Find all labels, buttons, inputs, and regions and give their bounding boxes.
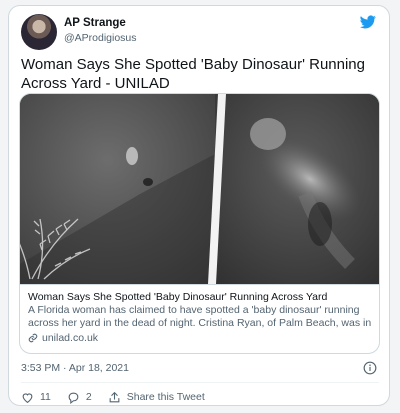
card-image-graphic xyxy=(20,94,379,284)
card-body[interactable]: Woman Says She Spotted 'Baby Dinosaur' R… xyxy=(20,284,379,353)
twitter-logo-icon[interactable] xyxy=(359,14,377,30)
tweet-text: Woman Says She Spotted 'Baby Dinosaur' R… xyxy=(21,56,365,92)
share-button[interactable]: Share this Tweet xyxy=(108,391,205,404)
author-name[interactable]: AP Strange xyxy=(64,17,126,29)
tweet-actions: 11 2 Share this Tweet xyxy=(21,388,221,406)
tweet-embed[interactable]: AP Strange @AProdigiosus Woman Says She … xyxy=(8,5,390,406)
info-icon[interactable] xyxy=(363,361,377,375)
link-card[interactable]: Woman Says She Spotted 'Baby Dinosaur' R… xyxy=(19,93,380,354)
author-handle[interactable]: @AProdigiosus xyxy=(64,32,137,44)
divider xyxy=(21,382,379,383)
card-domain[interactable]: unilad.co.uk xyxy=(28,332,98,344)
like-count: 11 xyxy=(40,391,51,403)
heart-icon xyxy=(22,392,33,403)
reply-icon xyxy=(68,392,79,404)
share-icon xyxy=(109,391,120,402)
card-domain-text: unilad.co.uk xyxy=(42,332,99,344)
card-title[interactable]: Woman Says She Spotted 'Baby Dinosaur' R… xyxy=(28,291,327,303)
like-button[interactable]: 11 xyxy=(21,391,51,404)
card-image[interactable] xyxy=(20,94,379,284)
avatar[interactable] xyxy=(21,14,57,50)
share-label: Share this Tweet xyxy=(126,391,205,403)
link-icon xyxy=(28,333,38,343)
reply-button[interactable]: 2 xyxy=(67,391,92,404)
tweet-timestamp[interactable]: 3:53 PM · Apr 18, 2021 xyxy=(21,362,129,374)
reply-count: 2 xyxy=(85,391,92,403)
